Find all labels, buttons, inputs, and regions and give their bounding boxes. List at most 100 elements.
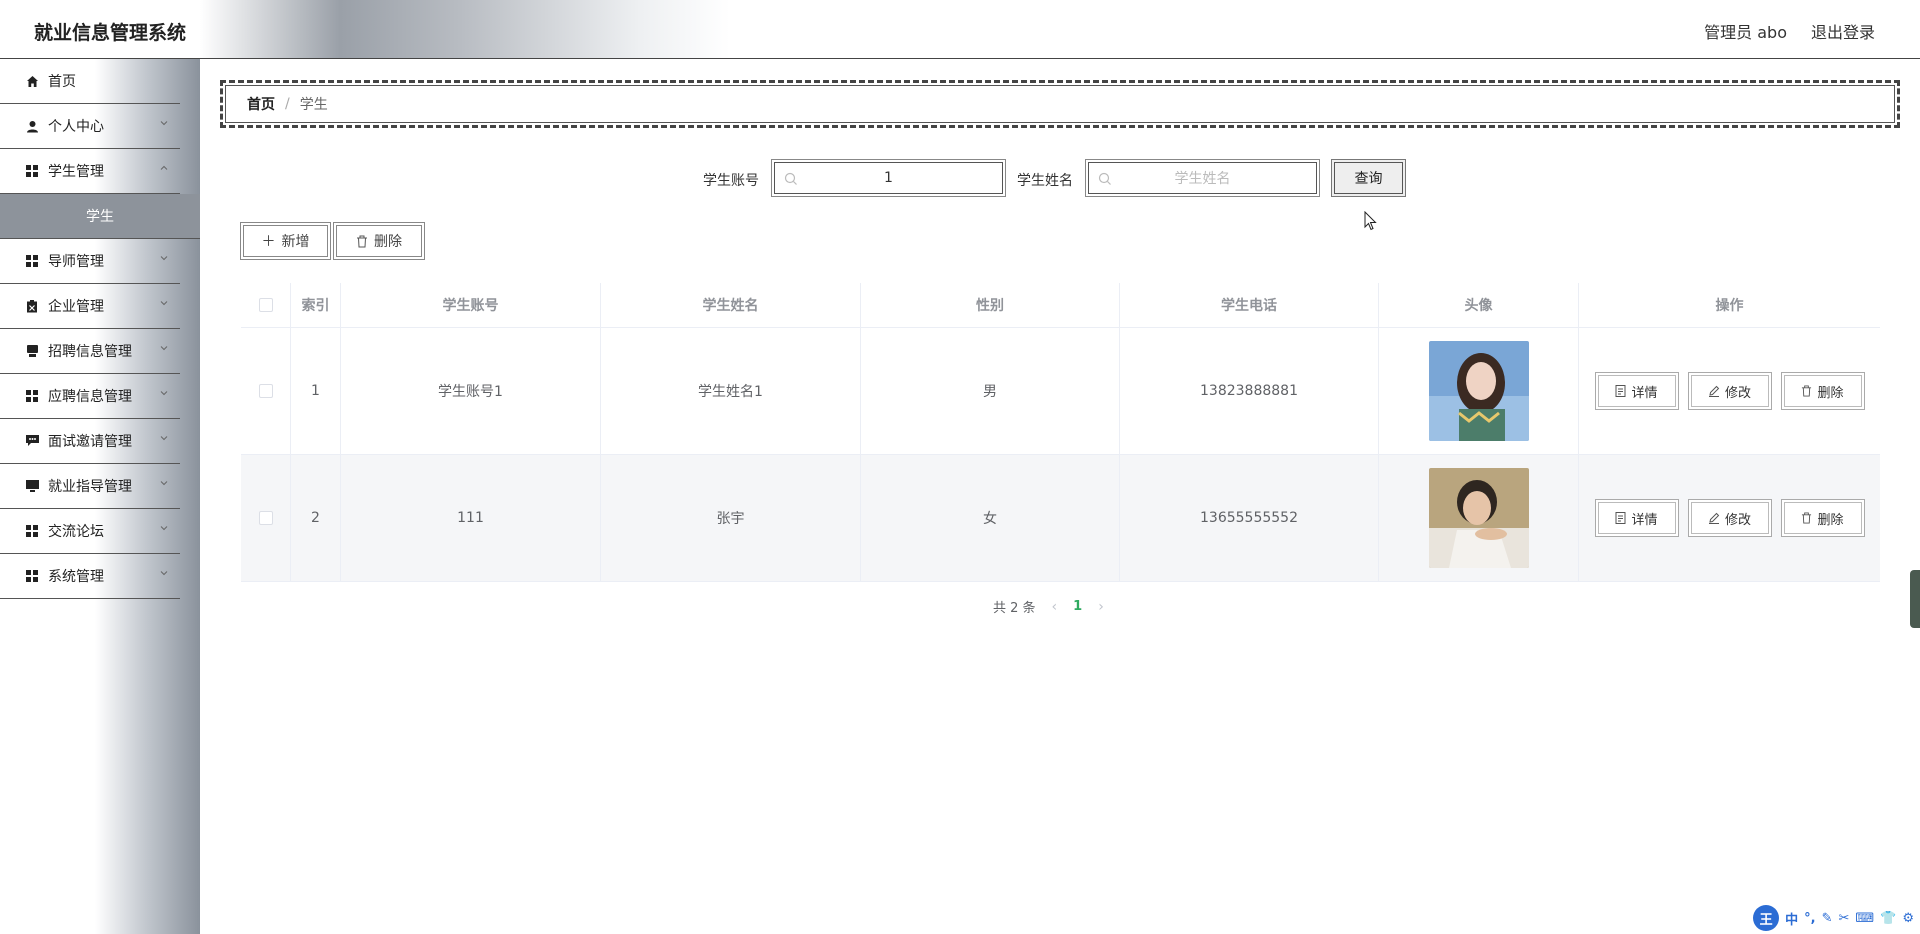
pagination: 共 2 条 ‹ 1 › — [993, 597, 1104, 617]
edit-label: 修改 — [1724, 385, 1751, 401]
cell-avatar — [1379, 455, 1579, 581]
pen-icon[interactable]: ✎ — [1822, 911, 1833, 926]
settings-icon[interactable]: ⚙ — [1902, 911, 1914, 926]
chevron-down-icon — [160, 301, 168, 306]
add-button[interactable]: ＋ 新增 — [240, 222, 331, 260]
ime-mode-toggle[interactable]: 中 — [1785, 909, 1798, 928]
batch-delete-button[interactable]: 删除 — [333, 222, 425, 260]
student-account-input[interactable]: 1 — [771, 159, 1006, 197]
sidebar-item-label: 面试邀请管理 — [48, 434, 132, 450]
row-checkbox[interactable] — [258, 384, 273, 398]
sidebar-item-career-guidance[interactable]: 就业指导管理 — [0, 464, 180, 509]
cell-actions: 详情 修改 删除 — [1579, 328, 1880, 454]
prev-page-icon[interactable]: ‹ — [1052, 599, 1058, 615]
trash-icon — [357, 235, 367, 247]
sidebar-item-label: 导师管理 — [48, 254, 104, 270]
grid-icon — [25, 389, 39, 403]
sidebar-item-interview-invitation[interactable]: 面试邀请管理 — [0, 419, 180, 464]
sidebar-item-label: 个人中心 — [48, 119, 104, 135]
search-bar: 学生账号 1 学生姓名 学生姓名 查询 — [0, 159, 1920, 197]
sidebar-item-forum[interactable]: 交流论坛 — [0, 509, 180, 554]
column-header-name: 学生姓名 — [601, 283, 861, 327]
grid-icon — [25, 524, 39, 538]
header-actions: 管理员 abo 退出登录 — [1704, 19, 1875, 43]
row-checkbox[interactable] — [258, 511, 273, 525]
scissors-icon[interactable]: ✂ — [1838, 911, 1849, 926]
edit-icon — [1708, 512, 1720, 524]
user-icon — [25, 119, 39, 133]
sidebar-item-recruitment-management[interactable]: 招聘信息管理 — [0, 329, 180, 374]
sidebar-item-student[interactable]: 学生 — [0, 194, 200, 239]
chevron-down-icon — [160, 436, 168, 441]
home-icon — [25, 74, 39, 88]
next-page-icon[interactable]: › — [1098, 599, 1104, 615]
detail-label: 详情 — [1631, 385, 1658, 401]
avatar[interactable] — [1428, 468, 1529, 568]
student-name-input[interactable]: 学生姓名 — [1085, 159, 1320, 197]
select-all-checkbox[interactable] — [258, 298, 273, 312]
edit-button[interactable]: 修改 — [1687, 499, 1772, 537]
grid-icon — [25, 569, 39, 583]
ime-logo-icon[interactable]: 王 — [1753, 905, 1780, 931]
sidebar-item-label: 交流论坛 — [48, 524, 104, 540]
table-row: 1 学生账号1 学生姓名1 男 13823888881 详情 修改 删除 — [241, 328, 1880, 455]
avatar[interactable] — [1428, 341, 1529, 441]
student-name-placeholder: 学生姓名 — [1174, 171, 1231, 187]
document-icon — [1615, 385, 1626, 397]
chat-icon — [25, 434, 39, 448]
logout-link[interactable]: 退出登录 — [1811, 19, 1875, 43]
chevron-down-icon — [160, 121, 168, 126]
delete-button[interactable]: 删除 — [1780, 499, 1865, 537]
search-icon — [1098, 172, 1111, 185]
trash-icon — [1802, 512, 1812, 524]
admin-user-label[interactable]: 管理员 abo — [1704, 19, 1787, 43]
chevron-down-icon — [160, 256, 168, 261]
cell-name: 张宇 — [601, 455, 861, 581]
column-header-account: 学生账号 — [341, 283, 601, 327]
chevron-down-icon — [160, 346, 168, 351]
chevron-down-icon — [160, 481, 168, 486]
sidebar-item-home[interactable]: 首页 — [0, 59, 180, 104]
keyboard-icon[interactable]: ⌨ — [1855, 911, 1874, 926]
punctuation-icon[interactable]: °, — [1804, 911, 1815, 926]
delete-label: 删除 — [1817, 512, 1844, 528]
detail-button[interactable]: 详情 — [1594, 499, 1679, 537]
sidebar-item-personal-center[interactable]: 个人中心 — [0, 104, 180, 149]
cell-phone: 13655555552 — [1120, 455, 1379, 581]
student-account-label: 学生账号 — [703, 173, 759, 189]
table-row: 2 111 张宇 女 13655555552 详情 修改 删除 — [241, 455, 1880, 582]
column-header-avatar: 头像 — [1379, 283, 1579, 327]
sidebar-item-label: 招聘信息管理 — [48, 344, 132, 360]
cell-name: 学生姓名1 — [601, 328, 861, 454]
side-handle[interactable] — [1910, 570, 1920, 628]
edit-button[interactable]: 修改 — [1687, 372, 1772, 410]
sidebar-item-label: 首页 — [48, 74, 76, 90]
cell-actions: 详情 修改 删除 — [1579, 455, 1880, 581]
cell-gender: 女 — [861, 455, 1120, 581]
sidebar-item-label: 学生 — [86, 209, 114, 225]
add-button-label: 新增 — [281, 234, 310, 250]
sidebar-item-system-management[interactable]: 系统管理 — [0, 554, 180, 599]
cell-account: 111 — [341, 455, 601, 581]
column-header-phone: 学生电话 — [1120, 283, 1379, 327]
delete-button[interactable]: 删除 — [1780, 372, 1865, 410]
sidebar-item-tutor-management[interactable]: 导师管理 — [0, 239, 180, 284]
breadcrumb-home[interactable]: 首页 — [247, 94, 275, 114]
breadcrumb: 首页 / 学生 — [220, 80, 1900, 128]
ime-toolbar: 王 中 °, ✎ ✂ ⌨ 👕 ⚙ — [1753, 904, 1914, 932]
trash-icon — [1802, 385, 1812, 397]
sidebar-item-label: 就业指导管理 — [48, 479, 132, 495]
skin-icon[interactable]: 👕 — [1880, 911, 1896, 926]
sidebar-item-company-management[interactable]: 企业管理 — [0, 284, 180, 329]
sidebar-item-label: 系统管理 — [48, 569, 104, 585]
row-select-cell — [241, 455, 291, 581]
cell-account: 学生账号1 — [341, 328, 601, 454]
select-all-cell — [241, 283, 291, 327]
sidebar-item-application-management[interactable]: 应聘信息管理 — [0, 374, 180, 419]
pagination-total: 共 2 条 — [993, 601, 1036, 616]
monitor-icon — [25, 479, 39, 493]
query-button[interactable]: 查询 — [1331, 159, 1406, 197]
app-title: 就业信息管理系统 — [34, 22, 187, 44]
detail-button[interactable]: 详情 — [1594, 372, 1679, 410]
page-number[interactable]: 1 — [1073, 599, 1082, 614]
